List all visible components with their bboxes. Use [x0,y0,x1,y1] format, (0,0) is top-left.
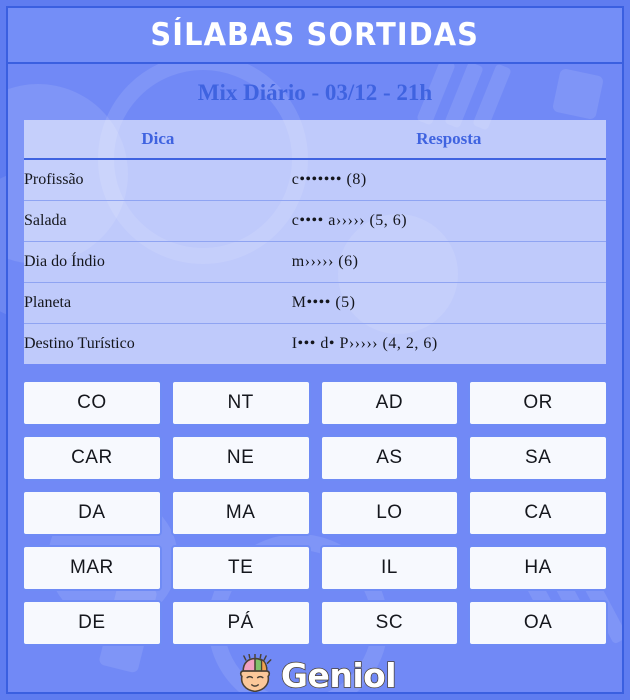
syllable-tile-grid: CO NT AD OR CAR NE AS SA DA MA LO CA MAR… [22,380,608,646]
clue-answer-pattern: c••••••• (8) [291,159,606,201]
clue-label: Profissão [24,159,292,201]
table-row: Salada c•••• a››››› (5, 6) [24,200,606,242]
clues-table-head: Dica Resposta [24,120,606,160]
silabas-sortidas-app: SÍLABAS SORTIDAS Mix Diário - 03/12 - 21… [0,0,630,700]
footer: Geniol [8,646,622,694]
clues-table: Dica Resposta Profissão c••••••• (8) Sal… [24,120,606,364]
main-panel: Mix Diário - 03/12 - 21h Dica Resposta P… [6,64,624,694]
syllable-tile[interactable]: DE [22,600,162,646]
syllable-tile[interactable]: NT [170,380,311,426]
syllable-tile[interactable]: AD [319,380,460,426]
syllable-tile[interactable]: MA [170,490,311,536]
table-row: Profissão c••••••• (8) [24,159,606,201]
syllable-tile[interactable]: OR [468,380,608,426]
table-row: Dia do Índio m››››› (6) [24,241,606,283]
geniol-wordmark: Geniol [280,655,397,694]
clue-label: Salada [24,200,292,242]
clues-table-container: Dica Resposta Profissão c••••••• (8) Sal… [24,120,606,364]
clue-label: Planeta [24,282,292,324]
syllable-tile[interactable]: CAR [22,435,162,481]
syllable-tile[interactable]: SC [319,600,460,646]
clue-answer-pattern: I••• d• P››››› (4, 2, 6) [291,335,438,352]
syllable-tile[interactable]: HA [468,545,608,591]
page-title: SÍLABAS SORTIDAS [150,17,480,53]
puzzle-subtitle: Mix Diário - 03/12 - 21h [197,80,433,105]
syllable-tile[interactable]: AS [319,435,460,481]
clue-answer-pattern: M•••• (5) [291,282,606,324]
clue-answer-pattern: c•••• a››››› (5, 6) [291,200,606,242]
syllable-tile[interactable]: SA [468,435,608,481]
table-header-row: Dica Resposta [24,120,606,160]
syllable-tile[interactable]: TE [170,545,311,591]
clue-label: Dia do Índio [24,241,292,283]
app-title-bar: SÍLABAS SORTIDAS [6,6,624,64]
brain-head-icon [239,654,272,692]
syllable-tile[interactable]: PÁ [170,600,311,646]
clue-answer-pattern: m››››› (6) [291,241,606,283]
syllable-tile[interactable]: DA [22,490,162,536]
syllable-tile[interactable]: CO [22,380,162,426]
table-row: Destino Turístico I••• d• P››››› (4, 2, … [24,324,606,365]
syllable-tile[interactable]: NE [170,435,311,481]
syllable-tile[interactable]: OA [468,600,608,646]
syllable-tile[interactable]: IL [319,545,460,591]
syllable-tile[interactable]: LO [319,490,460,536]
syllable-tile[interactable]: CA [468,490,608,536]
column-header-resposta: Resposta [291,120,606,160]
clue-label: Destino Turístico [24,335,135,352]
geniol-logo[interactable]: Geniol [234,654,397,694]
clues-table-body: Profissão c••••••• (8) Salada c•••• a›››… [24,159,606,364]
syllable-tile[interactable]: MAR [22,545,162,591]
column-header-dica: Dica [24,120,292,160]
table-row: Planeta M•••• (5) [24,282,606,324]
